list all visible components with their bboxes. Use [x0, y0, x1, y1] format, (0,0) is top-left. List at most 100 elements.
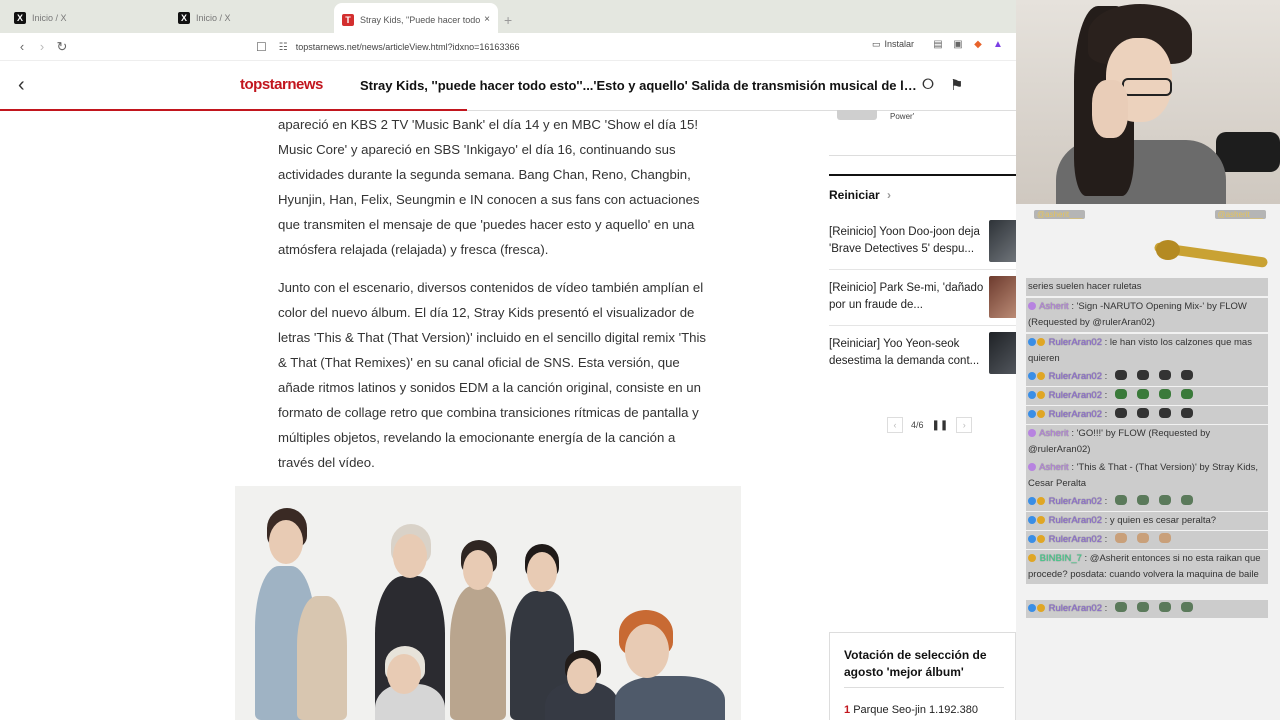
stream-chat-overlay: @asherit___ @asherit___ series suelen ha… — [1026, 206, 1269, 618]
section-title-label: Reiniciar — [829, 188, 880, 202]
emote-icon — [1158, 495, 1171, 505]
emote-icon — [1114, 408, 1127, 418]
chevron-right-icon: › — [887, 188, 892, 202]
vote-box: Votación de selección de agosto 'mejor á… — [829, 632, 1016, 720]
sidebar-prev-text: Power' — [890, 112, 915, 121]
toolbar-right: ▭ Instalar ▤ ▣ ◆ ▲ — [872, 38, 1004, 50]
emote-icon — [1158, 389, 1171, 399]
pager-next-button[interactable]: › — [956, 417, 973, 433]
tab-topstarnews[interactable]: T Stray Kids, "Puede hacer todo esto"...… — [334, 3, 498, 36]
news-item-title: [Reinicio] Park Se-mi, 'dañado por un fr… — [829, 282, 984, 311]
share-icon[interactable]: ⭘ — [922, 76, 934, 93]
pager-prev-button[interactable]: ‹ — [887, 417, 903, 433]
browser-tab-strip: X Inicio / X X Inicio / X T Stray Kids, … — [0, 0, 1016, 36]
install-label: Instalar — [884, 39, 914, 49]
bookmark-article-icon[interactable]: ⚑ — [950, 76, 963, 94]
x-logo-icon: X — [178, 12, 190, 24]
chat-username: RulerAran02 — [1048, 390, 1102, 401]
back-arrow-icon[interactable]: ‹ — [18, 74, 25, 97]
new-tab-button[interactable]: + — [504, 12, 512, 28]
section-title[interactable]: Reiniciar › — [829, 188, 891, 202]
tab-inicio-x-1[interactable]: X Inicio / X — [6, 3, 170, 33]
chat-username: Asherit — [1039, 428, 1069, 439]
chat-text: : — [1104, 496, 1108, 507]
translate-icon[interactable]: ▤ — [932, 38, 944, 50]
sidebar-news-item[interactable]: [Reiniciar] Yoo Yeon-seok desestima la d… — [829, 332, 1029, 382]
topstar-logo-icon: T — [342, 13, 354, 26]
chat-username: RulerAran02 — [1048, 409, 1102, 420]
article-headline: Stray Kids, ''puede hacer todo esto''...… — [360, 78, 920, 93]
badge-icon — [1037, 516, 1045, 524]
emote-icon — [1180, 495, 1193, 505]
emote-icon — [1180, 408, 1193, 418]
emote-icon — [1136, 495, 1149, 505]
chat-message: RulerAran02 : le han visto los calzones … — [1026, 334, 1268, 368]
chat-username: RulerAran02 — [1048, 337, 1102, 348]
badge-icon — [1037, 372, 1045, 380]
sidebar-prev-item[interactable]: Power' — [829, 110, 1016, 156]
chat-text: : — [1104, 390, 1108, 401]
badge-icon — [1037, 410, 1045, 418]
article-body: apareció en KBS 2 TV 'Music Bank' el día… — [278, 112, 708, 488]
bookmark-icon[interactable]: ☐ — [256, 40, 267, 54]
badge-icon — [1028, 463, 1036, 471]
article-paragraph: apareció en KBS 2 TV 'Music Bank' el día… — [278, 117, 700, 257]
brave-shield-icon[interactable]: ◆ — [972, 38, 984, 50]
chat-message: BINBIN_7 : @Asherit entonces si no esta … — [1026, 550, 1268, 584]
badge-icon — [1028, 604, 1036, 612]
forward-icon[interactable]: › — [32, 39, 52, 54]
section-divider — [829, 174, 1016, 176]
install-button[interactable]: ▭ Instalar — [872, 39, 914, 50]
sidebar-news-item[interactable]: [Reinicio] Yoon Doo-joon deja 'Brave Det… — [829, 220, 1029, 270]
reload-icon[interactable]: ↻ — [52, 39, 72, 55]
emote-icon — [1136, 370, 1149, 380]
chat-message: RulerAran02 : — [1026, 600, 1268, 618]
badge-icon — [1028, 429, 1036, 437]
emote-icon — [1114, 370, 1127, 380]
tab-title: Stray Kids, "Puede hacer todo esto"... — [360, 14, 481, 25]
site-logo[interactable]: topstarnews — [240, 76, 323, 93]
chat-message: RulerAran02 : — [1026, 493, 1268, 511]
emote-icon — [1136, 533, 1149, 543]
close-tab-icon[interactable]: × — [484, 14, 490, 25]
badge-icon — [1037, 535, 1045, 543]
vote-rank: 1 — [844, 704, 851, 716]
address-bar-row: ‹ › ↻ ☐ ☷ topstarnews.net/news/articleVi… — [0, 33, 1016, 61]
chat-message: Asherit : 'This & That - (That Version)'… — [1026, 459, 1268, 493]
badge-icon — [1028, 410, 1036, 418]
chat-message: Asherit : 'GO!!!' by FLOW (Requested by … — [1026, 425, 1268, 459]
chat-text: : y quien es cesar peralta? — [1104, 515, 1217, 526]
tabs-icon[interactable]: ▣ — [952, 38, 964, 50]
reading-progress-bar — [0, 109, 468, 111]
chat-message: RulerAran02 : — [1026, 406, 1268, 424]
vote-entry[interactable]: 1 Parque Seo-jin 1.192.380 — [844, 704, 978, 716]
badge-icon — [1028, 302, 1036, 310]
pause-icon[interactable]: ❚❚ — [932, 420, 949, 431]
chat-message: RulerAran02 : — [1026, 531, 1268, 549]
sidebar-news-item[interactable]: [Reinicio] Park Se-mi, 'dañado por un fr… — [829, 276, 1029, 326]
site-header: ‹ topstarnews Stray Kids, ''puede hacer … — [0, 62, 1016, 110]
dragon-decoration-icon — [1153, 240, 1269, 280]
chat-text: : — [1104, 371, 1108, 382]
chat-text: : — [1104, 603, 1108, 614]
badge-icon — [1028, 338, 1036, 346]
site-info-icon[interactable]: ☷ — [279, 42, 288, 53]
chat-username: RulerAran02 — [1048, 534, 1102, 545]
emote-icon — [1180, 370, 1193, 380]
url-field[interactable]: ☐ ☷ topstarnews.net/news/articleView.htm… — [256, 37, 519, 57]
brave-rewards-icon[interactable]: ▲ — [992, 38, 1004, 50]
vote-entry-text: Parque Seo-jin 1.192.380 — [853, 704, 978, 716]
tab-inicio-x-2[interactable]: X Inicio / X — [170, 3, 334, 33]
webcam-feed — [1016, 0, 1280, 204]
emote-icon — [1114, 533, 1127, 543]
emote-icon — [1158, 602, 1171, 612]
chat-header-right: @asherit___ — [1214, 210, 1266, 219]
chat-username: Asherit — [1039, 301, 1069, 312]
news-item-title: [Reiniciar] Yoo Yeon-seok desestima la d… — [829, 338, 980, 367]
emote-icon — [1158, 408, 1171, 418]
back-icon[interactable]: ‹ — [12, 39, 32, 54]
emote-icon — [1158, 533, 1171, 543]
monitor-icon: ▭ — [871, 38, 881, 49]
emote-icon — [1114, 495, 1127, 505]
badge-icon — [1037, 391, 1045, 399]
